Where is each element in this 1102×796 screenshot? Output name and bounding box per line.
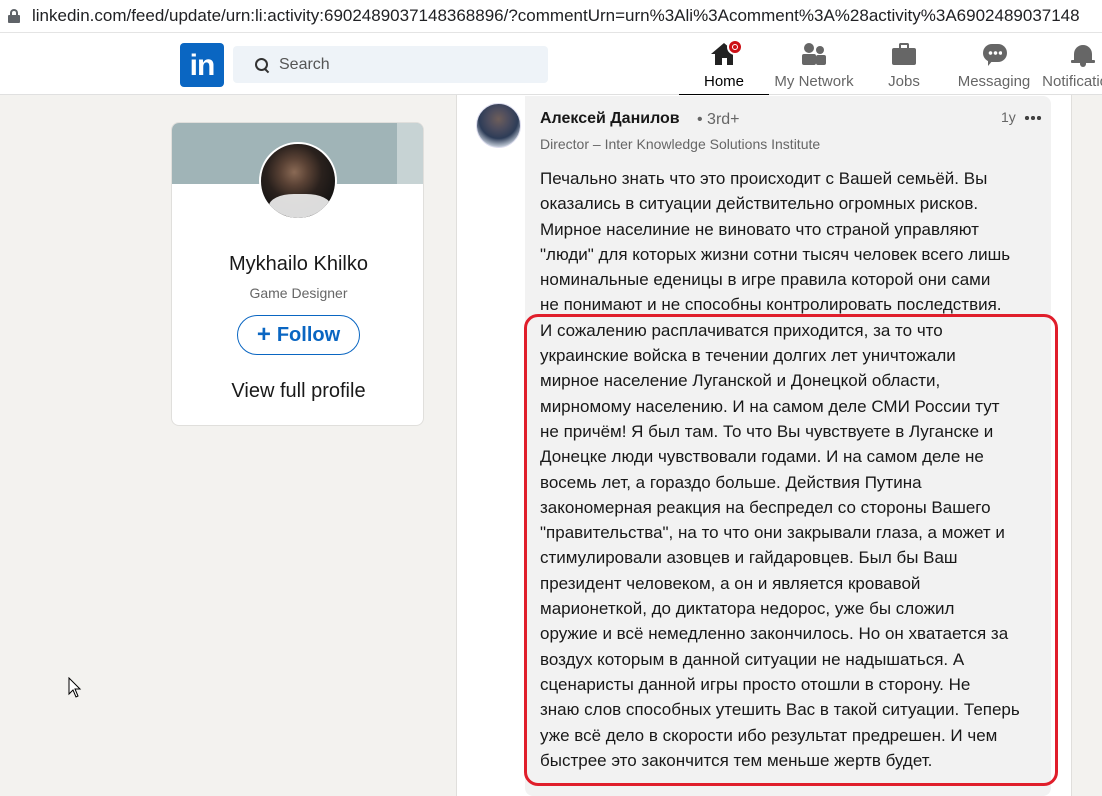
follow-label: Follow [276, 323, 341, 346]
profile-name[interactable]: Mykhailo Khilko [172, 253, 423, 276]
search-icon [255, 57, 269, 72]
commenter-headline: Director – Inter Knowledge Solutions Ins… [540, 136, 821, 152]
chat-icon [950, 39, 1038, 69]
nav-messaging[interactable]: Messaging [950, 39, 1038, 95]
comment-timestamp: 1y [1001, 109, 1016, 125]
nav-my-network[interactable]: My Network [769, 39, 859, 95]
home-icon [679, 39, 769, 69]
nav-home[interactable]: Home [679, 39, 769, 96]
more-options-icon[interactable] [1024, 116, 1042, 120]
address-bar[interactable]: linkedin.com/feed/update/urn:li:activity… [0, 0, 1102, 33]
url-text[interactable]: linkedin.com/feed/update/urn:li:activity… [32, 6, 1080, 26]
nav-jobs-label: Jobs [888, 73, 920, 90]
commenter-name[interactable]: Алексей Данилов [540, 110, 680, 128]
highlight-annotation [524, 314, 1058, 786]
search-box[interactable] [233, 46, 548, 83]
plus-icon: + [256, 321, 271, 348]
comment-paragraph-1: Печально знать что это происходит с Ваше… [540, 169, 1011, 315]
nav-my-network-label: My Network [774, 73, 854, 90]
profile-card: Mykhailo Khilko Game Designer + Follow V… [171, 122, 424, 426]
search-input[interactable] [279, 55, 529, 74]
nav-jobs[interactable]: Jobs [866, 39, 942, 95]
profile-avatar[interactable] [259, 142, 337, 220]
connection-degree: • 3rd+ [697, 111, 740, 128]
briefcase-icon [866, 39, 942, 69]
notification-badge [727, 39, 743, 55]
profile-title: Game Designer [249, 285, 348, 301]
follow-button[interactable]: + Follow [237, 315, 360, 355]
nav-notifications-label: Notifications [1042, 73, 1102, 90]
lock-icon[interactable] [8, 9, 20, 23]
linkedin-logo[interactable]: in [180, 43, 224, 87]
commenter-avatar[interactable] [476, 103, 521, 148]
nav-messaging-label: Messaging [957, 73, 1031, 90]
nav-home-label: Home [703, 73, 744, 90]
bell-icon [1038, 39, 1102, 69]
nav-notifications[interactable]: Notifications [1038, 39, 1102, 95]
view-full-profile-link[interactable]: View full profile [172, 380, 423, 403]
top-nav: in Home My Network Jobs Messaging Notifi… [0, 33, 1102, 96]
people-icon [769, 39, 859, 69]
